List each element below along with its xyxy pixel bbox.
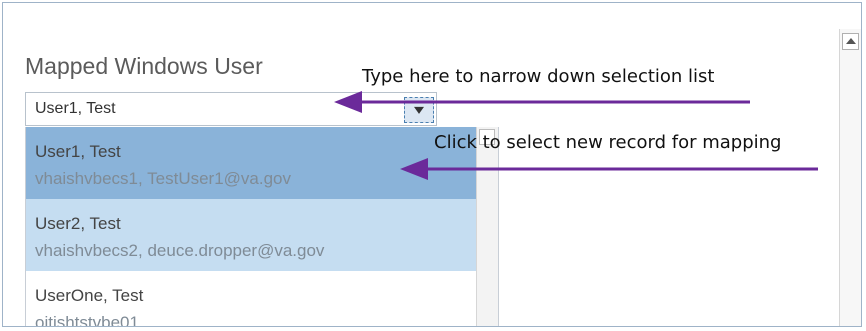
window-frame: Mapped Windows User User1, Test User1, T… <box>2 2 862 327</box>
list-item-name: User1, Test <box>35 142 121 161</box>
list-item-detail: vhaishvbecs1, TestUser1@va.gov <box>35 169 292 188</box>
chevron-down-icon <box>414 106 424 114</box>
scroll-up-button[interactable] <box>842 33 859 50</box>
list-item-name: UserOne, Test <box>35 286 144 305</box>
list-item-user2[interactable]: User2, Test vhaishvbecs2, deuce.dropper@… <box>26 199 476 271</box>
annotation-type-hint: Type here to narrow down selection list <box>362 66 715 87</box>
list-item-detail: oitishtstvbe01 <box>35 313 139 327</box>
dropdown-scrollbar[interactable] <box>476 127 498 326</box>
field-label: Mapped Windows User <box>25 53 263 79</box>
dropdown-list: User1, Test vhaishvbecs1, TestUser1@va.g… <box>25 127 499 327</box>
list-item-userone[interactable]: UserOne, Test oitishtstvbe01 <box>26 271 476 327</box>
page-scrollbar[interactable] <box>839 29 861 326</box>
dropdown-toggle-button[interactable] <box>404 97 434 123</box>
list-item-name: User2, Test <box>35 214 121 233</box>
scroll-up-icon <box>846 38 856 44</box>
list-item-user1[interactable]: User1, Test vhaishvbecs1, TestUser1@va.g… <box>26 127 476 199</box>
combobox-value[interactable]: User1, Test <box>35 100 116 118</box>
user-combobox-input[interactable]: User1, Test <box>25 92 437 126</box>
list-item-detail: vhaishvbecs2, deuce.dropper@va.gov <box>35 241 325 260</box>
annotation-click-hint: Click to select new record for mapping <box>434 132 782 153</box>
